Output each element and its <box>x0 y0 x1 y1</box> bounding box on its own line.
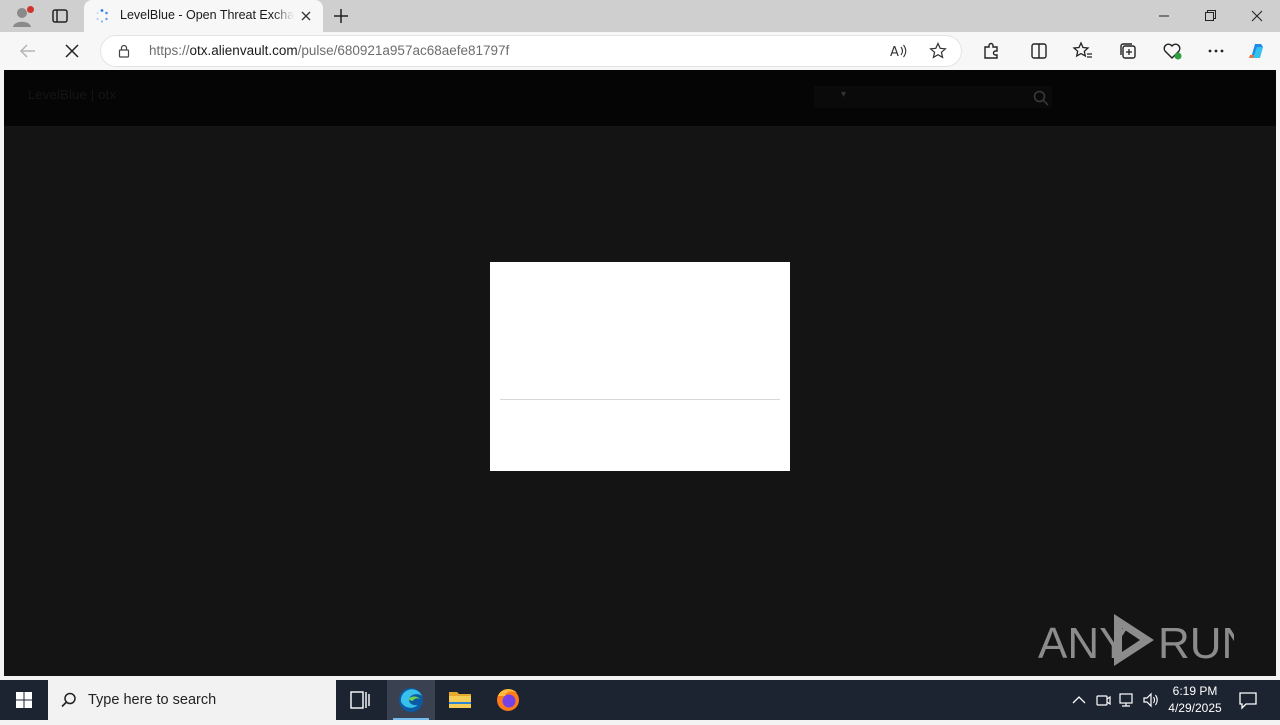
plus-icon <box>334 9 348 23</box>
site-header: LevelBlue | otx ▾ <box>4 70 1276 126</box>
browser-toolbar: https://otx.alienvault.com/pulse/680921a… <box>0 32 1280 70</box>
browser-tab-strip: LevelBlue - Open Threat Exchange <box>0 0 1280 32</box>
modal-dialog <box>490 262 790 471</box>
anyrun-watermark-logo: ANY RUN <box>1038 614 1234 668</box>
close-icon <box>1251 10 1263 22</box>
loading-spinner-icon <box>96 9 108 23</box>
search-icon[interactable] <box>1032 89 1050 107</box>
collections-button[interactable] <box>1116 39 1140 63</box>
read-aloud-icon[interactable]: A <box>888 41 908 61</box>
edge-icon <box>399 688 423 712</box>
svg-text:A: A <box>890 45 899 60</box>
url-host: otx.alienvault.com <box>189 43 298 58</box>
firefox-icon <box>497 689 519 711</box>
search-icon <box>61 692 76 708</box>
more-dots-icon <box>1208 49 1224 53</box>
taskbar-file-explorer-button[interactable] <box>436 680 484 720</box>
window-restore-button[interactable] <box>1187 0 1233 32</box>
windows-taskbar: Type here to search 6:19 PM 4/29/2025 <box>0 680 1280 720</box>
browser-tab-active[interactable]: LevelBlue - Open Threat Exchange <box>84 0 323 32</box>
stop-loading-button[interactable] <box>60 39 84 63</box>
clock-time: 6:19 PM <box>1172 684 1218 698</box>
extensions-button[interactable] <box>979 39 1003 63</box>
favorites-star-list-icon <box>1072 41 1092 58</box>
watermark-text-run: RUN <box>1158 619 1234 668</box>
network-icon[interactable] <box>1117 690 1137 710</box>
notifications-icon[interactable] <box>1236 688 1260 712</box>
copilot-icon <box>1249 44 1263 58</box>
collections-icon <box>1120 43 1136 59</box>
minimize-icon <box>1159 15 1169 17</box>
taskbar-search-placeholder: Type here to search <box>88 692 217 708</box>
window-close-button[interactable] <box>1234 0 1280 32</box>
favorite-star-icon[interactable] <box>928 41 948 61</box>
heartbeat-icon <box>1163 43 1182 60</box>
back-arrow-icon <box>19 44 35 58</box>
stop-loading-icon <box>65 44 79 58</box>
window-minimize-button[interactable] <box>1141 0 1187 32</box>
taskbar-search-box[interactable]: Type here to search <box>48 680 336 720</box>
folder-icon <box>449 692 471 708</box>
site-search-box[interactable]: ▾ <box>814 86 1052 108</box>
taskbar-edge-button[interactable] <box>387 680 435 720</box>
page-viewport: LevelBlue | otx ▾ ANY RUN <box>4 70 1276 676</box>
site-logo[interactable]: LevelBlue | otx <box>28 87 116 102</box>
address-bar[interactable]: https://otx.alienvault.com/pulse/680921a… <box>100 35 962 67</box>
chevron-up-icon[interactable] <box>1069 690 1089 710</box>
play-icon <box>1114 614 1154 666</box>
taskbar-firefox-button[interactable] <box>484 680 532 720</box>
puzzle-icon <box>984 42 998 59</box>
meet-now-icon[interactable] <box>1093 690 1113 710</box>
volume-icon[interactable] <box>1141 690 1161 710</box>
url-text[interactable]: https://otx.alienvault.com/pulse/680921a… <box>149 43 509 58</box>
tab-actions-button[interactable] <box>48 4 72 28</box>
favorites-button[interactable] <box>1071 39 1095 63</box>
lock-icon[interactable] <box>116 43 132 59</box>
tab-title: LevelBlue - Open Threat Exchange <box>120 8 294 22</box>
browser-essentials-button[interactable] <box>1160 39 1184 63</box>
taskbar-clock[interactable]: 6:19 PM 4/29/2025 <box>1160 683 1230 717</box>
split-screen-button[interactable] <box>1027 39 1051 63</box>
tab-actions-icon <box>52 9 68 23</box>
clock-date: 4/29/2025 <box>1168 701 1222 715</box>
modal-divider <box>500 399 780 400</box>
back-button[interactable] <box>16 39 40 63</box>
search-dropdown-caret[interactable]: ▾ <box>841 89 846 100</box>
new-tab-button[interactable] <box>330 4 352 28</box>
task-view-icon <box>350 691 370 709</box>
profile-notification-dot <box>27 6 34 13</box>
url-path: /pulse/680921a957ac68aefe81797f <box>297 43 510 58</box>
split-screen-icon <box>1031 43 1047 59</box>
start-button[interactable] <box>0 680 48 720</box>
profile-button[interactable] <box>8 3 36 29</box>
url-scheme: https:// <box>149 43 190 58</box>
windows-logo-icon <box>16 692 32 708</box>
settings-more-button[interactable] <box>1204 39 1228 63</box>
restore-icon <box>1205 10 1216 21</box>
copilot-button[interactable] <box>1245 39 1269 63</box>
tab-close-icon[interactable] <box>298 8 314 24</box>
task-view-button[interactable] <box>336 680 384 720</box>
